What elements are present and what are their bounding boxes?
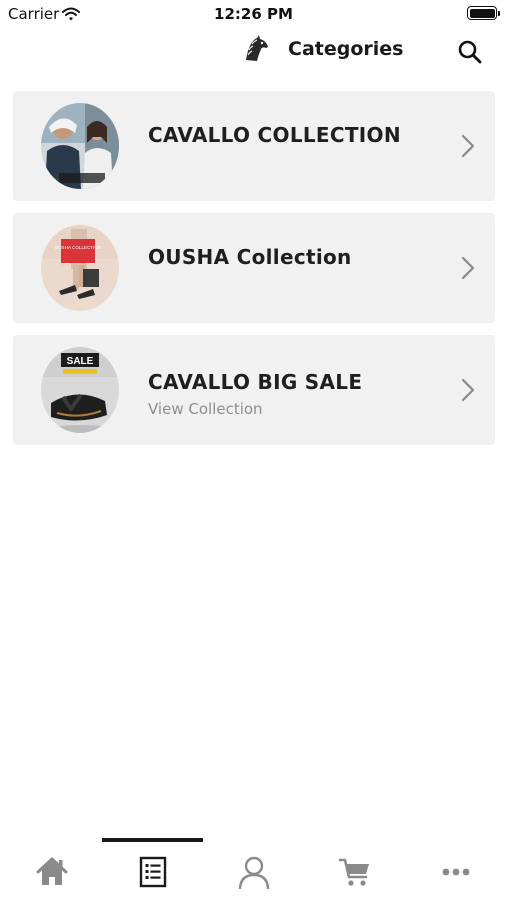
status-time: 12:26 PM — [214, 5, 293, 23]
tab-profile[interactable] — [203, 850, 304, 894]
profile-icon — [238, 856, 269, 889]
tab-home[interactable] — [1, 850, 102, 894]
category-title: CAVALLO BIG SALE — [148, 370, 363, 394]
nav-bar: Categories — [0, 28, 507, 76]
sale-sign-text: SALE — [67, 356, 94, 367]
category-thumbnail: OUSHA COLLECTION — [41, 225, 119, 311]
category-text: OUSHA Collection — [148, 213, 352, 323]
cart-icon — [338, 858, 369, 886]
status-bar: Carrier 12:26 PM — [0, 0, 507, 28]
category-title: OUSHA Collection — [148, 245, 352, 269]
battery-icon — [467, 6, 500, 20]
category-list: CAVALLO COLLECTION OUSHA COLLECTION OUSH… — [13, 91, 495, 457]
tab-more[interactable] — [405, 850, 506, 894]
view-collection-link[interactable]: View Collection — [148, 400, 362, 418]
search-button[interactable] — [456, 38, 484, 66]
search-icon — [458, 40, 482, 64]
more-icon — [442, 868, 469, 876]
chevron-right-icon — [461, 256, 475, 280]
chevron-right-icon — [461, 134, 475, 158]
chevron-right-icon — [461, 378, 475, 402]
page-title: Categories — [288, 38, 404, 60]
ousha-sign-text: OUSHA COLLECTION — [55, 245, 102, 250]
home-icon — [36, 857, 67, 885]
category-thumbnail: SALE — [41, 347, 119, 433]
category-card-cavallo-collection[interactable]: CAVALLO COLLECTION — [13, 91, 495, 201]
category-card-cavallo-big-sale[interactable]: SALE CAVALLO BIG SALE View Collection — [13, 335, 495, 445]
category-card-ousha-collection[interactable]: OUSHA COLLECTION OUSHA Collection — [13, 213, 495, 323]
category-thumbnail — [41, 103, 119, 189]
selected-tab-indicator — [102, 838, 203, 842]
categories-list-icon — [139, 856, 166, 888]
category-text: CAVALLO COLLECTION — [148, 91, 401, 201]
category-text: CAVALLO BIG SALE View Collection — [148, 335, 362, 445]
tab-cart[interactable] — [304, 850, 405, 894]
tab-bar — [0, 838, 507, 900]
tab-categories[interactable] — [102, 850, 203, 894]
category-title: CAVALLO COLLECTION — [148, 123, 401, 147]
horse-head-logo-icon — [240, 34, 272, 66]
